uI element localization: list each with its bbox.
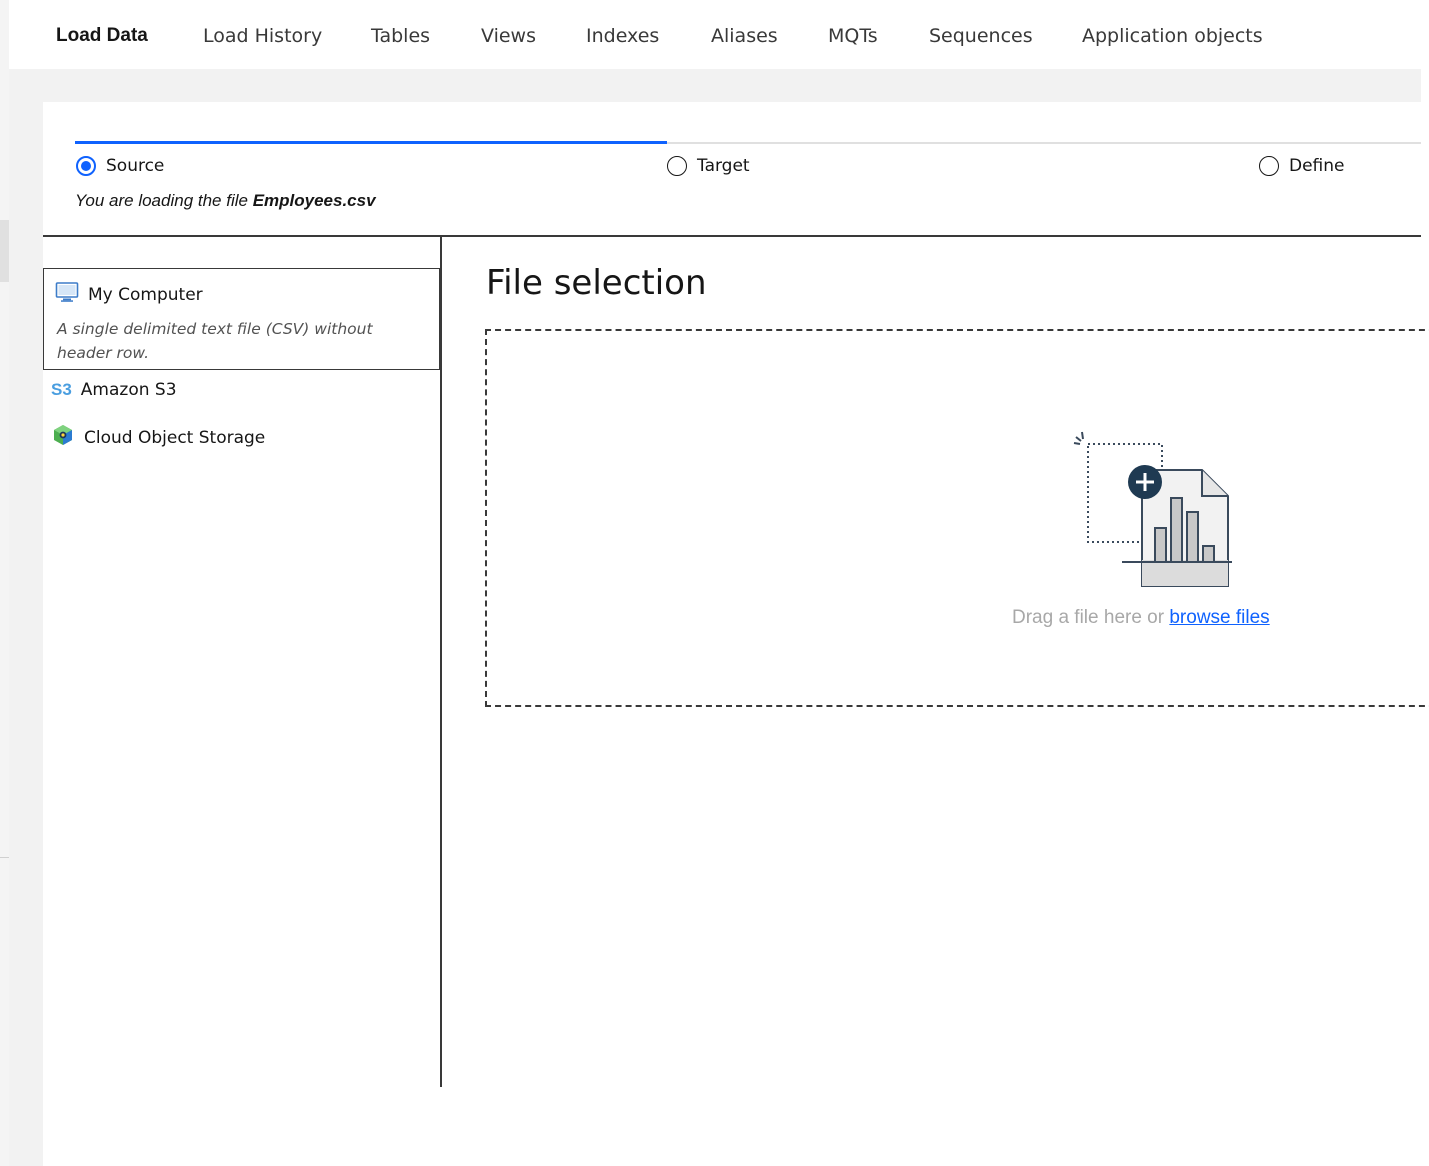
step-source-radio[interactable] — [76, 156, 96, 176]
tab-indexes[interactable]: Indexes — [586, 25, 659, 47]
tab-load-data[interactable]: Load Data — [56, 25, 148, 47]
source-item-cloud-object-storage[interactable]: Cloud Object Storage — [43, 421, 440, 451]
source-item-description: A single delimited text file (CSV) witho… — [57, 320, 373, 362]
left-edge-divider — [0, 857, 9, 858]
tab-mqts[interactable]: MQTs — [828, 25, 878, 47]
left-edge-strip — [0, 0, 9, 1166]
source-item-label: Amazon S3 — [80, 380, 177, 400]
left-edge-marker — [0, 220, 9, 282]
loading-file-prefix: You are loading the file — [75, 191, 253, 210]
source-item-label: My Computer — [88, 284, 203, 305]
step-source-label: Source — [106, 156, 165, 176]
drop-prefix: Drag a file here or — [1012, 607, 1170, 628]
source-item-amazon-s3[interactable]: S3 Amazon S3 — [43, 378, 440, 408]
cloud-object-storage-icon — [51, 423, 75, 452]
file-drop-zone[interactable] — [485, 329, 1429, 707]
tab-views[interactable]: Views — [481, 25, 536, 47]
step-target-label: Target — [697, 156, 750, 176]
file-selection-title: File selection — [486, 263, 707, 303]
top-navigation: Load Data Load History Tables Views Inde… — [9, 0, 1421, 69]
step-define-label: Define — [1289, 156, 1345, 176]
loading-file-note: You are loading the file Employees.csv — [75, 191, 376, 211]
step-target-radio[interactable] — [667, 156, 687, 176]
step-define-radio[interactable] — [1259, 156, 1279, 176]
panel-divider — [440, 235, 442, 1087]
progress-fill — [75, 141, 667, 144]
drop-instructions: Drag a file here or browse files — [1012, 607, 1270, 629]
tab-application-objects[interactable]: Application objects — [1082, 25, 1263, 47]
panel-top-border — [43, 235, 1421, 237]
tab-tables[interactable]: Tables — [371, 25, 430, 47]
monitor-icon — [55, 281, 79, 308]
upload-file-chart-icon[interactable] — [1072, 428, 1236, 593]
tab-sequences[interactable]: Sequences — [929, 25, 1033, 47]
tab-load-history[interactable]: Load History — [203, 25, 322, 47]
source-item-label: Cloud Object Storage — [84, 427, 266, 448]
loading-file-name: Employees.csv — [252, 191, 376, 210]
tab-aliases[interactable]: Aliases — [711, 25, 778, 47]
source-item-my-computer[interactable]: My Computer A single delimited text file… — [43, 268, 440, 370]
s3-icon: S3 — [51, 380, 72, 399]
step-target[interactable]: Target — [667, 156, 750, 176]
browse-files-link[interactable]: browse files — [1169, 607, 1269, 628]
step-source[interactable]: Source — [76, 156, 164, 176]
step-define[interactable]: Define — [1259, 156, 1345, 176]
